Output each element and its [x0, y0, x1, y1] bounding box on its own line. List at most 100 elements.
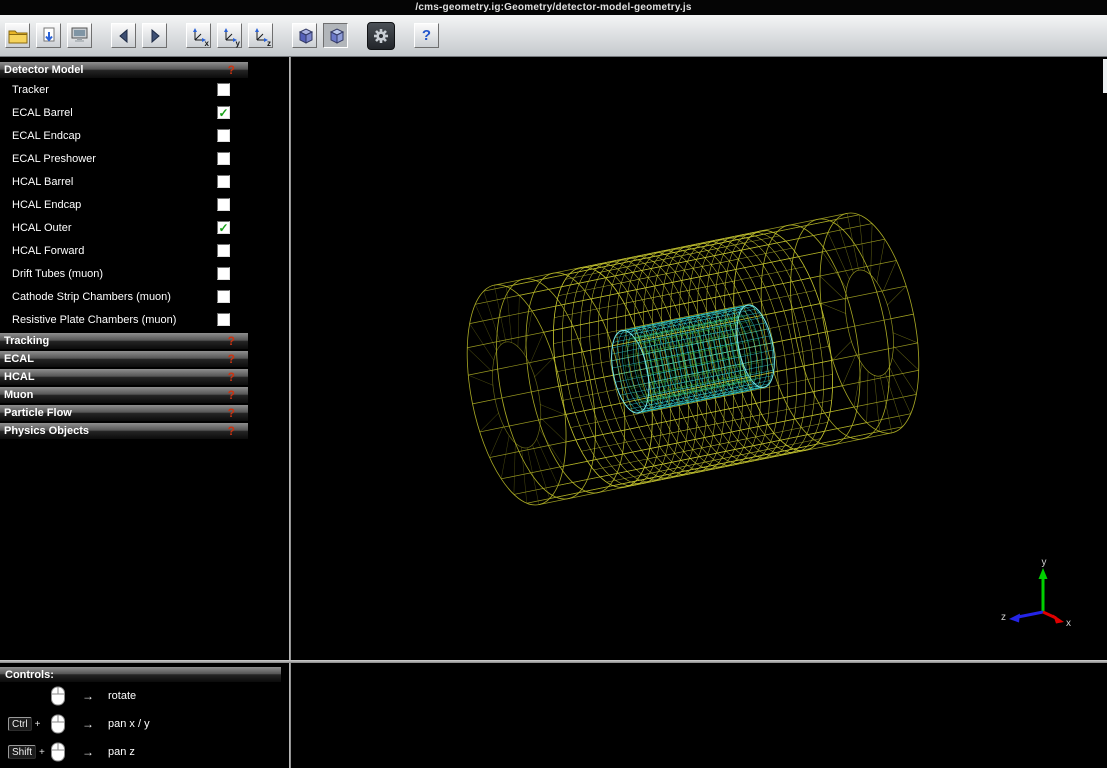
detector-item-label: ECAL Endcap — [12, 130, 81, 142]
toolbar: x y z — [0, 15, 1107, 57]
view-y-axis-button[interactable]: y — [217, 23, 242, 48]
detector-checkbox[interactable] — [217, 198, 230, 211]
gear-icon — [372, 27, 390, 45]
monitor-icon — [71, 27, 89, 44]
axis-x-label: x — [205, 39, 209, 48]
open-file-button[interactable] — [5, 23, 30, 48]
detector-model-row[interactable]: ECAL Barrel — [0, 101, 248, 124]
detector-model-row[interactable]: ECAL Endcap — [0, 124, 248, 147]
help-question-icon: ? — [422, 28, 431, 43]
sidebar-section-muon[interactable]: Muon ? — [0, 387, 248, 403]
mouse-icon — [50, 686, 66, 706]
x-axis-arrowhead — [1053, 615, 1064, 624]
detector-geometry — [450, 204, 936, 513]
detector-checkbox[interactable] — [217, 106, 230, 119]
view-x-axis-button[interactable]: x — [186, 23, 211, 48]
section-detector-model[interactable]: Detector Model ? — [0, 62, 248, 78]
section-label: Detector Model — [4, 64, 83, 76]
detector-checkbox[interactable] — [217, 290, 230, 303]
key-slot: Shift + — [8, 745, 50, 759]
z-axis-label: z — [1001, 612, 1006, 623]
orthographic-view-button[interactable] — [323, 23, 348, 48]
sidebar-section-physics-objects[interactable]: Physics Objects ? — [0, 423, 248, 439]
open-folder-icon — [8, 28, 28, 44]
help-question-mark[interactable]: ? — [228, 370, 235, 384]
section-label: Muon — [4, 389, 33, 401]
help-question-mark[interactable]: ? — [228, 424, 235, 438]
detector-checkbox[interactable] — [217, 267, 230, 280]
detector-item-label: Drift Tubes (muon) — [12, 268, 103, 280]
forward-button[interactable] — [142, 23, 167, 48]
back-button[interactable] — [111, 23, 136, 48]
detector-model-row[interactable]: Drift Tubes (muon) — [0, 262, 248, 285]
control-hint-rotate: → rotate — [0, 682, 289, 710]
detector-item-label: Cathode Strip Chambers (muon) — [12, 291, 171, 303]
detector-model-row[interactable]: Cathode Strip Chambers (muon) — [0, 285, 248, 308]
detector-checkbox[interactable] — [217, 175, 230, 188]
detector-checkbox[interactable] — [217, 221, 230, 234]
help-question-mark[interactable]: ? — [228, 334, 235, 348]
section-label: HCAL — [4, 371, 35, 383]
bottom-pane — [291, 663, 1107, 768]
forward-arrow-icon — [147, 28, 163, 44]
screenshot-button[interactable] — [67, 23, 92, 48]
z-axis-arrowhead — [1009, 614, 1020, 623]
help-button[interactable]: ? — [414, 23, 439, 48]
detector-item-label: HCAL Barrel — [12, 176, 73, 188]
detector-model-list: Tracker ECAL Barrel ECAL Endcap ECAL Pre… — [0, 78, 289, 331]
detector-item-label: HCAL Outer — [12, 222, 72, 234]
detector-checkbox[interactable] — [217, 313, 230, 326]
detector-model-row[interactable]: Resistive Plate Chambers (muon) — [0, 308, 248, 331]
axis-y-label: y — [236, 39, 240, 48]
help-question-mark[interactable]: ? — [228, 406, 235, 420]
detector-item-label: Resistive Plate Chambers (muon) — [12, 314, 176, 326]
control-action-label: pan x / y — [108, 718, 150, 730]
sidebar-section-ecal[interactable]: ECAL ? — [0, 351, 248, 367]
cube-icon — [296, 27, 314, 45]
controls-header: Controls: — [0, 667, 281, 682]
control-hint-pan-z: Shift + → pan z — [0, 738, 289, 766]
shift-keycap: Shift — [8, 745, 36, 759]
scrollbar-thumb[interactable] — [1103, 59, 1107, 93]
detector-model-row[interactable]: HCAL Forward — [0, 239, 248, 262]
sidebar-section-hcal[interactable]: HCAL ? — [0, 369, 248, 385]
import-file-icon — [40, 27, 58, 45]
y-axis-label: y — [1042, 557, 1047, 568]
detector-item-label: HCAL Forward — [12, 245, 84, 257]
detector-model-row[interactable]: ECAL Preshower — [0, 147, 248, 170]
axis-z-label: z — [267, 39, 271, 48]
detector-model-row[interactable]: HCAL Barrel — [0, 170, 248, 193]
perspective-view-button[interactable] — [292, 23, 317, 48]
control-hint-pan-xy: Ctrl + → pan x / y — [0, 710, 289, 738]
detector-checkbox[interactable] — [217, 129, 230, 142]
help-question-mark[interactable]: ? — [228, 352, 235, 366]
back-arrow-icon — [116, 28, 132, 44]
z-axis-arrow — [1018, 612, 1043, 617]
x-axis-label: x — [1066, 618, 1071, 629]
title-bar: /cms-geometry.ig:Geometry/detector-model… — [0, 0, 1107, 15]
mouse-icon — [50, 742, 66, 762]
y-axis-arrowhead — [1039, 568, 1048, 579]
settings-button[interactable] — [367, 22, 395, 50]
detector-model-row[interactable]: HCAL Endcap — [0, 193, 248, 216]
mouse-icon — [50, 714, 66, 734]
arrow-glyph: → — [82, 745, 102, 759]
help-question-mark[interactable]: ? — [228, 63, 235, 77]
sidebar-section-particle-flow[interactable]: Particle Flow ? — [0, 405, 248, 421]
help-question-mark[interactable]: ? — [228, 388, 235, 402]
view-z-axis-button[interactable]: z — [248, 23, 273, 48]
application-window: /cms-geometry.ig:Geometry/detector-model… — [0, 0, 1107, 768]
sidebar-section-tracking[interactable]: Tracking ? — [0, 333, 248, 349]
detector-model-row[interactable]: HCAL Outer — [0, 216, 248, 239]
plus-glyph: + — [39, 747, 45, 758]
detector-checkbox[interactable] — [217, 244, 230, 257]
section-label: ECAL — [4, 353, 34, 365]
open-remote-button[interactable] — [36, 23, 61, 48]
detector-item-label: ECAL Preshower — [12, 153, 96, 165]
detector-item-label: ECAL Barrel — [12, 107, 73, 119]
control-action-label: rotate — [108, 690, 136, 702]
detector-model-row[interactable]: Tracker — [0, 78, 248, 101]
detector-checkbox[interactable] — [217, 152, 230, 165]
viewport-3d[interactable]: y z x — [291, 57, 1107, 660]
detector-checkbox[interactable] — [217, 83, 230, 96]
